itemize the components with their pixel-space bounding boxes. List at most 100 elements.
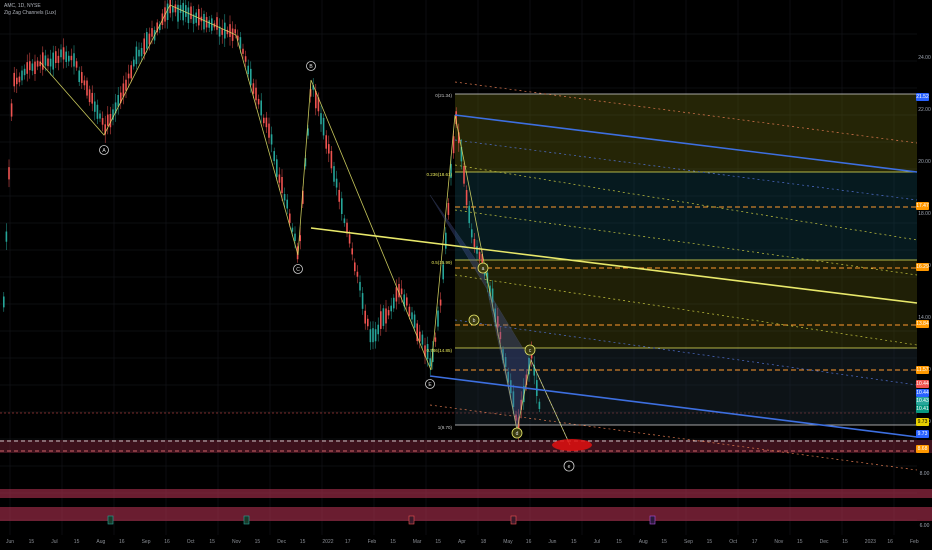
candle-body — [361, 293, 364, 309]
x-tick-label: 15 — [842, 539, 848, 545]
event-marker[interactable] — [649, 515, 656, 525]
fib-label: 0(21.34) — [435, 93, 452, 98]
candle-body — [468, 205, 470, 224]
candle-body — [354, 262, 356, 272]
y-tick-label: 18.00 — [918, 211, 931, 217]
candle-body — [3, 296, 5, 308]
candle-body — [117, 95, 119, 107]
candle-body — [385, 308, 387, 324]
candle-body — [81, 72, 83, 83]
x-tick-label: Jul — [51, 539, 58, 545]
candle-body — [369, 329, 372, 343]
candle-body — [42, 52, 44, 70]
event-marker[interactable] — [408, 515, 415, 525]
indicator-line[interactable]: Zig Zag Channels (Lux) — [4, 10, 56, 17]
candle-body — [107, 114, 109, 126]
price-tag: 21.52 — [916, 93, 929, 101]
fib-zone-top — [455, 94, 917, 172]
candle-body — [229, 24, 231, 37]
candle-body — [166, 3, 169, 21]
symbol-line[interactable]: AMC, 1D, NYSE — [4, 3, 56, 10]
x-tick-label: Aug — [96, 539, 106, 545]
candle-body — [374, 329, 377, 342]
candle-body — [447, 203, 450, 215]
candle-body — [88, 89, 91, 103]
candle-body — [465, 190, 468, 206]
candle-body — [473, 238, 476, 247]
candle-body — [94, 101, 96, 112]
candle-body — [359, 281, 361, 291]
event-marker[interactable] — [107, 515, 114, 525]
y-tick-label: 24.00 — [918, 55, 931, 61]
price-chart[interactable]: A B C Ea b c d e 0(21.34) 0.236(18.61) 0.5(15.99)… — [0, 0, 932, 550]
candle-body — [122, 83, 125, 97]
y-tick-label: 22.00 — [918, 107, 931, 113]
candle-body — [348, 234, 351, 244]
candle-body — [268, 123, 270, 138]
candle-body — [260, 100, 262, 116]
candle-body — [26, 62, 28, 74]
candle-body — [263, 117, 265, 124]
candle-body — [322, 117, 325, 136]
candle-body — [341, 198, 343, 215]
x-tick-label: 15 — [706, 539, 713, 545]
candle-body — [281, 176, 283, 194]
wave-label-a-minor: a — [477, 262, 489, 274]
x-tick-label: 15 — [28, 539, 35, 545]
candle-body — [437, 310, 439, 327]
candle-body — [283, 194, 286, 201]
x-tick-label: Dec — [819, 539, 829, 545]
price-tag: 9.73 — [916, 430, 929, 438]
x-tick-label: Nov — [774, 539, 784, 545]
price-tag: 10.44 — [916, 389, 929, 397]
candle-body — [343, 218, 346, 224]
svg-text:C: C — [296, 267, 300, 273]
x-tick-label: Feb — [367, 539, 377, 545]
x-tick-label: 16 — [119, 539, 125, 545]
candle-body — [380, 311, 382, 329]
x-tick-label: 17 — [345, 539, 351, 545]
candle-body — [244, 56, 247, 62]
candle-body — [372, 328, 374, 343]
candle-body — [471, 229, 473, 238]
price-tag: 10.41 — [916, 405, 929, 413]
candle-body — [78, 70, 80, 83]
x-tick-label: 15 — [435, 539, 441, 545]
wave-label-d-minor: d — [511, 427, 523, 439]
event-marker[interactable] — [243, 515, 250, 525]
candle-body — [325, 135, 327, 149]
candle-body — [138, 49, 140, 57]
x-tick-label: 15 — [209, 539, 215, 545]
event-marker[interactable] — [510, 515, 517, 525]
candle-body — [55, 51, 57, 63]
candle-body — [60, 49, 62, 58]
candle-body — [146, 32, 148, 49]
candle-body — [294, 233, 296, 241]
candle-body — [270, 134, 273, 145]
candle-body — [289, 213, 291, 223]
candle-body — [395, 287, 398, 302]
candle-body — [130, 65, 132, 79]
support-band-bottom — [0, 507, 932, 521]
candle-body — [5, 231, 8, 242]
candle-body — [195, 12, 197, 23]
price-tag: 11.57 — [916, 366, 929, 374]
candle-body — [65, 51, 67, 62]
price-tag: 9.73 — [916, 418, 929, 426]
candle-body — [382, 308, 385, 326]
candle-body — [125, 79, 127, 91]
candle-body — [419, 331, 421, 342]
candle-body — [463, 166, 465, 184]
candle-body — [276, 159, 278, 177]
candle-body — [231, 28, 234, 41]
candle-body — [151, 28, 153, 37]
x-tick-label: 15 — [254, 539, 261, 545]
candle-body — [29, 61, 31, 71]
candle-body — [16, 77, 18, 85]
candle-body — [421, 334, 424, 345]
candle-body — [99, 113, 101, 119]
candle-body — [278, 174, 281, 183]
candle-body — [68, 55, 70, 62]
candle-body — [190, 6, 192, 20]
chart-header: AMC, 1D, NYSE Zig Zag Channels (Lux) — [4, 3, 56, 17]
